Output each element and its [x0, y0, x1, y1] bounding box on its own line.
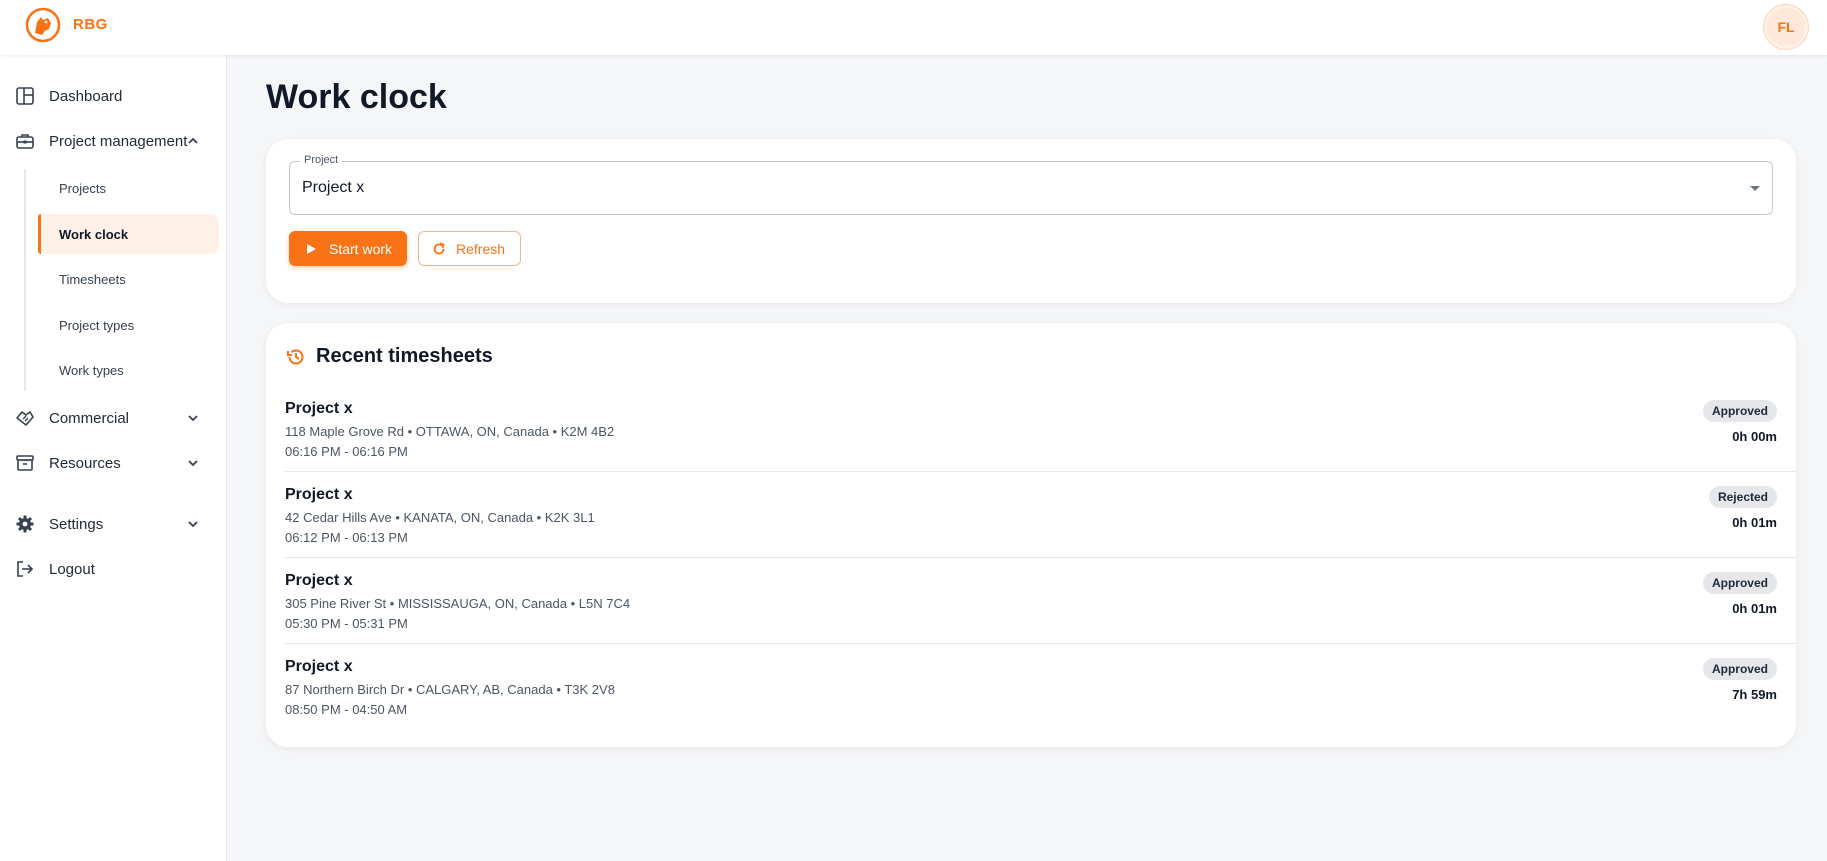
- timesheet-time-range: 05:30 PM - 05:31 PM: [285, 616, 408, 631]
- refresh-icon: [432, 242, 446, 256]
- sidebar-subitem-projects[interactable]: Projects: [38, 168, 219, 208]
- timesheet-project: Project x: [285, 572, 353, 589]
- project-card: Project Project x Start work Refresh: [266, 139, 1796, 303]
- user-avatar[interactable]: FL: [1764, 5, 1808, 49]
- top-bar: RBG FL: [0, 0, 1827, 55]
- timesheet-time-range: 06:16 PM - 06:16 PM: [285, 444, 408, 459]
- submenu-guide-line: [24, 169, 26, 391]
- chevron-down-icon[interactable]: [186, 517, 200, 531]
- status-badge: Approved: [1702, 400, 1777, 422]
- chevron-down-icon[interactable]: [186, 456, 200, 470]
- brand-logo-icon[interactable]: [24, 6, 62, 44]
- chevron-up-icon[interactable]: [186, 134, 200, 148]
- play-icon: [305, 242, 319, 256]
- timesheet-project: Project x: [285, 658, 353, 675]
- sidebar-item-label: Project management: [49, 132, 188, 150]
- sidebar-subitem-project-types[interactable]: Project types: [38, 305, 219, 345]
- timesheet-project: Project x: [285, 400, 353, 417]
- brand-name[interactable]: RBG: [73, 16, 108, 33]
- sidebar-item-commercial[interactable]: Commercial: [14, 401, 214, 435]
- status-badge: Rejected: [1708, 486, 1777, 508]
- handshake-icon: [14, 407, 36, 429]
- avatar-initials: FL: [1777, 19, 1795, 35]
- recent-timesheets-header: Recent timesheets: [285, 345, 493, 368]
- project-select[interactable]: Project Project x: [289, 154, 1773, 215]
- sidebar-item-settings[interactable]: Settings: [14, 507, 214, 541]
- start-work-label: Start work: [329, 240, 393, 257]
- timesheet-row[interactable]: Project x 42 Cedar Hills Ave • KANATA, O…: [285, 472, 1796, 558]
- sidebar-item-label: Settings: [49, 515, 104, 533]
- sidebar-item-logout[interactable]: Logout: [14, 552, 214, 586]
- sidebar-item-resources[interactable]: Resources: [14, 446, 214, 480]
- sidebar-item-project-management[interactable]: Project management: [14, 124, 214, 158]
- start-work-button[interactable]: Start work: [289, 231, 407, 266]
- recent-timesheets-title: Recent timesheets: [316, 345, 493, 367]
- timesheet-duration: 7h 59m: [1732, 687, 1777, 702]
- timesheet-project: Project x: [285, 486, 353, 503]
- dashboard-icon: [14, 85, 36, 107]
- timesheet-time-range: 06:12 PM - 06:13 PM: [285, 530, 408, 545]
- project-select-value: Project x: [302, 179, 365, 196]
- page-title: Work clock: [266, 78, 447, 116]
- sidebar: Dashboard Project management Projects Wo…: [0, 55, 227, 861]
- timesheet-address: 118 Maple Grove Rd • OTTAWA, ON, Canada …: [285, 424, 615, 439]
- status-badge: Approved: [1702, 572, 1777, 594]
- timesheet-row[interactable]: Project x 118 Maple Grove Rd • OTTAWA, O…: [285, 386, 1796, 472]
- chevron-down-icon[interactable]: [186, 411, 200, 425]
- gear-icon: [14, 513, 36, 535]
- timesheet-duration: 0h 01m: [1732, 601, 1777, 616]
- sidebar-subitem-work-types[interactable]: Work types: [38, 350, 219, 390]
- refresh-label: Refresh: [456, 240, 506, 257]
- dropdown-arrow-icon[interactable]: [1750, 186, 1760, 191]
- archive-box-icon: [14, 452, 36, 474]
- sidebar-subitem-work-clock[interactable]: Work clock: [38, 214, 219, 254]
- sidebar-item-label: Commercial: [49, 409, 130, 427]
- history-icon: [287, 349, 304, 364]
- briefcase-icon: [14, 130, 36, 152]
- sidebar-item-label: Logout: [49, 560, 95, 578]
- sidebar-item-dashboard[interactable]: Dashboard: [14, 79, 214, 113]
- timesheet-duration: 0h 00m: [1732, 429, 1777, 444]
- project-select-label: Project: [300, 154, 343, 166]
- timesheet-row[interactable]: Project x 87 Northern Birch Dr • CALGARY…: [285, 644, 1777, 730]
- timesheet-duration: 0h 01m: [1732, 515, 1777, 530]
- timesheet-address: 87 Northern Birch Dr • CALGARY, AB, Cana…: [285, 682, 615, 697]
- sidebar-item-label: Dashboard: [49, 87, 123, 105]
- recent-timesheets-card: Recent timesheets Project x 118 Maple Gr…: [266, 323, 1796, 747]
- sidebar-subitem-timesheets[interactable]: Timesheets: [38, 259, 219, 299]
- timesheet-address: 42 Cedar Hills Ave • KANATA, ON, Canada …: [285, 510, 595, 525]
- timesheet-row[interactable]: Project x 305 Pine River St • MISSISSAUG…: [285, 558, 1796, 644]
- logout-icon: [14, 558, 36, 580]
- timesheet-address: 305 Pine River St • MISSISSAUGA, ON, Can…: [285, 596, 631, 611]
- timesheet-time-range: 08:50 PM - 04:50 AM: [285, 702, 408, 717]
- status-badge: Approved: [1702, 658, 1777, 680]
- refresh-button[interactable]: Refresh: [418, 231, 521, 266]
- sidebar-item-label: Resources: [49, 454, 121, 472]
